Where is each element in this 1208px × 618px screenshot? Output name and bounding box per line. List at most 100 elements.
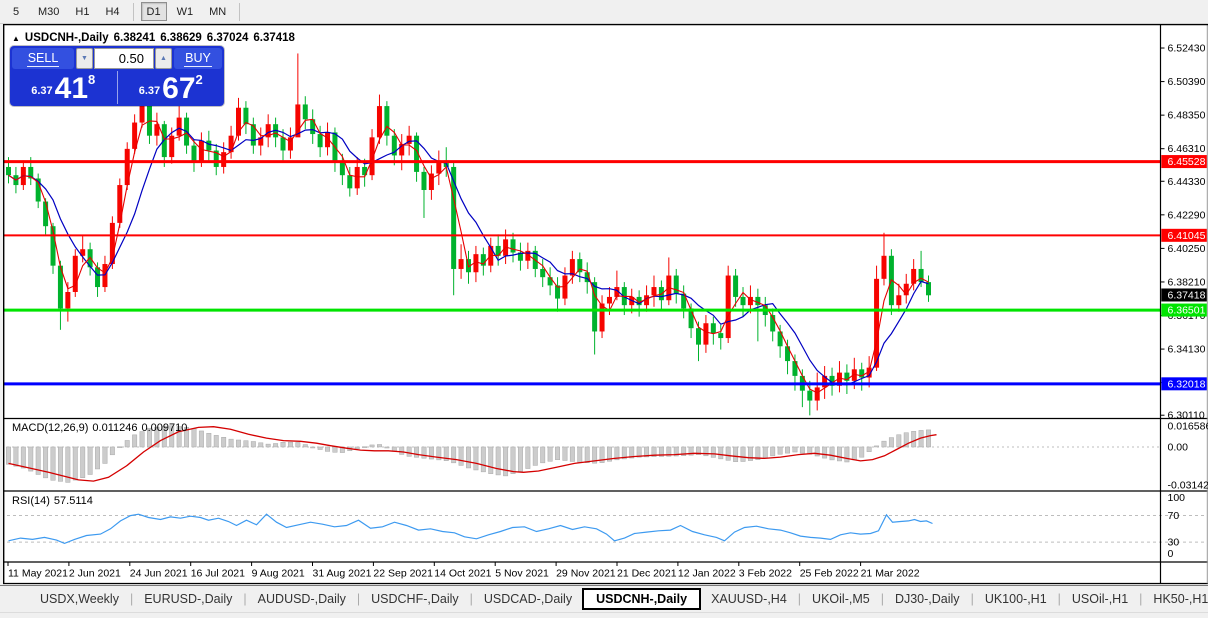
buy-price-button[interactable]: 6.37 67 2 — [118, 71, 225, 104]
toolbar-separator — [133, 3, 134, 21]
volume-increase-button[interactable]: ▲ — [155, 48, 172, 69]
sell-price-big: 41 — [55, 76, 88, 102]
svg-text:6.36501: 6.36501 — [1168, 305, 1206, 317]
price-chart-canvas[interactable]: 6.52430 6.50390 6.48350 6.46310 6.44330 6.422… — [0, 24, 1208, 585]
date-axis-label: 3 Feb 2022 — [739, 568, 792, 580]
rsi-axis-label: 0 — [1168, 548, 1174, 560]
date-axis-label: 29 Nov 2021 — [556, 568, 616, 580]
rsi-value: 57.5114 — [54, 495, 93, 507]
macd-label: MACD(12,26,9) — [12, 422, 88, 434]
price-axis-label: 6.40250 — [1168, 243, 1206, 255]
date-axis-label: 24 Jun 2021 — [130, 568, 188, 580]
price-axis-label: 6.42290 — [1168, 209, 1206, 221]
tab-xauusd-h4[interactable]: XAUUSD-,H4 — [701, 589, 797, 609]
current-price-badge: 6.37418 — [1161, 288, 1207, 301]
chart-background — [3, 24, 1208, 584]
ohlc-low: 6.37024 — [207, 32, 249, 44]
tab-separator: | — [1058, 592, 1061, 606]
date-axis-label: 22 Sep 2021 — [373, 568, 433, 580]
chart-title: ▲ USDCNH-,Daily 6.38241 6.38629 6.37024 6.374… — [12, 32, 295, 44]
svg-text:6.41045: 6.41045 — [1168, 230, 1206, 242]
buy-button[interactable]: BUY — [174, 48, 222, 69]
rsi-label: RSI(14) — [12, 495, 50, 507]
macd-signal-value: 0.009710 — [142, 422, 188, 434]
macd-axis-label: 0.016586 — [1168, 420, 1208, 432]
tab-separator: | — [881, 592, 884, 606]
timeframe-button-mn[interactable]: MN — [203, 2, 232, 21]
date-axis-label: 25 Feb 2022 — [800, 568, 859, 580]
ohlc-open: 6.38241 — [114, 32, 156, 44]
date-axis-label: 14 Oct 2021 — [434, 568, 491, 580]
level-price-badge-6.45528: 6.45528 — [1161, 155, 1207, 168]
timeframe-toolbar: 5M30H1H4 D1W1MN — [0, 0, 1208, 24]
svg-text:6.37418: 6.37418 — [1168, 289, 1206, 301]
timeframe-button-m30[interactable]: M30 — [32, 2, 65, 21]
collapse-panel-icon[interactable]: ▲ — [12, 34, 20, 43]
price-axis-label: 6.46310 — [1168, 143, 1206, 155]
buy-price-pip: 2 — [196, 72, 203, 87]
chart-tabbar: USDX,Weekly|EURUSD-,Daily|AUDUSD-,Daily|… — [0, 585, 1208, 612]
date-axis-label: 16 Jul 2021 — [191, 568, 245, 580]
ohlc-close: 6.37418 — [253, 32, 295, 44]
timeframe-button-h1[interactable]: H1 — [69, 2, 95, 21]
price-axis-label: 6.44330 — [1168, 176, 1206, 188]
tab-usdchf-daily[interactable]: USDCHF-,Daily — [361, 589, 469, 609]
macd-axis-label: 0.00 — [1168, 441, 1189, 453]
sell-button-label: SELL — [27, 51, 60, 67]
buy-button-label: BUY — [184, 51, 212, 67]
timeframe-button-d1[interactable]: D1 — [141, 2, 167, 21]
timeframe-button-5[interactable]: 5 — [4, 2, 28, 21]
chart-symbol-label: USDCNH-,Daily — [25, 32, 109, 44]
date-axis-label: 12 Jan 2022 — [678, 568, 736, 580]
tab-separator: | — [357, 592, 360, 606]
date-axis-label: 5 Nov 2021 — [495, 568, 549, 580]
status-bar — [0, 612, 1208, 618]
volume-decrease-button[interactable]: ▼ — [76, 48, 93, 69]
tab-usoil-h1[interactable]: USOil-,H1 — [1062, 589, 1138, 609]
one-click-trading-panel: SELL ▼ ▲ BUY 6.37 41 8 6.37 67 2 — [10, 46, 224, 106]
buy-price-big: 67 — [162, 76, 195, 102]
tab-usdcad-daily[interactable]: USDCAD-,Daily — [474, 589, 582, 609]
ohlc-high: 6.38629 — [160, 32, 202, 44]
tab-separator: | — [243, 592, 246, 606]
date-axis-label: 21 Dec 2021 — [617, 568, 677, 580]
volume-input[interactable] — [94, 48, 154, 69]
date-axis-label: 9 Aug 2021 — [252, 568, 305, 580]
tab-audusd-daily[interactable]: AUDUSD-,Daily — [248, 589, 356, 609]
timeframe-button-h4[interactable]: H4 — [99, 2, 125, 21]
svg-text:6.45528: 6.45528 — [1168, 156, 1206, 168]
sell-button[interactable]: SELL — [12, 48, 74, 69]
level-price-badge-6.36501: 6.36501 — [1161, 304, 1207, 317]
price-axis-label: 6.48350 — [1168, 110, 1206, 122]
date-axis-label: 11 May 2021 — [8, 568, 68, 580]
toolbar-separator — [239, 3, 240, 21]
timeframe-button-w1[interactable]: W1 — [171, 2, 200, 21]
tab-hk50-h1[interactable]: HK50-,H1 — [1143, 589, 1208, 609]
tab-uk100-h1[interactable]: UK100-,H1 — [975, 589, 1057, 609]
sell-price-pip: 8 — [88, 72, 95, 87]
date-axis-label: 31 Aug 2021 — [313, 568, 372, 580]
macd-value: 0.011246 — [92, 422, 137, 434]
chart-window: 6.52430 6.50390 6.48350 6.46310 6.44330 6.422… — [0, 24, 1208, 585]
buy-price-prefix: 6.37 — [139, 85, 160, 97]
level-price-badge-6.41045: 6.41045 — [1161, 229, 1207, 242]
price-axis-label: 6.50390 — [1168, 76, 1206, 88]
macd-axis-label: -0.031423 — [1168, 480, 1208, 492]
tab-ukoil-m5[interactable]: UKOil-,M5 — [802, 589, 880, 609]
date-axis-label: 21 Mar 2022 — [861, 568, 920, 580]
price-axis-label: 6.38210 — [1168, 276, 1206, 288]
price-axis-label: 6.52430 — [1168, 43, 1206, 55]
tab-usdx-weekly[interactable]: USDX,Weekly — [30, 589, 129, 609]
tab-dj30-daily[interactable]: DJ30-,Daily — [885, 589, 970, 609]
price-axis-label: 6.34130 — [1168, 344, 1206, 356]
date-axis-label: 2 Jun 2021 — [69, 568, 121, 580]
svg-text:6.32018: 6.32018 — [1168, 378, 1206, 390]
sell-price-button[interactable]: 6.37 41 8 — [10, 71, 118, 104]
tab-separator: | — [798, 592, 801, 606]
tab-usdcnh-daily[interactable]: USDCNH-,Daily — [582, 588, 701, 610]
tab-separator: | — [130, 592, 133, 606]
tab-separator: | — [470, 592, 473, 606]
macd-pane-label: MACD(12,26,9) 0.011246 0.009710 — [12, 422, 191, 434]
level-price-badge-6.32018: 6.32018 — [1161, 377, 1207, 390]
tab-eurusd-daily[interactable]: EURUSD-,Daily — [134, 589, 242, 609]
